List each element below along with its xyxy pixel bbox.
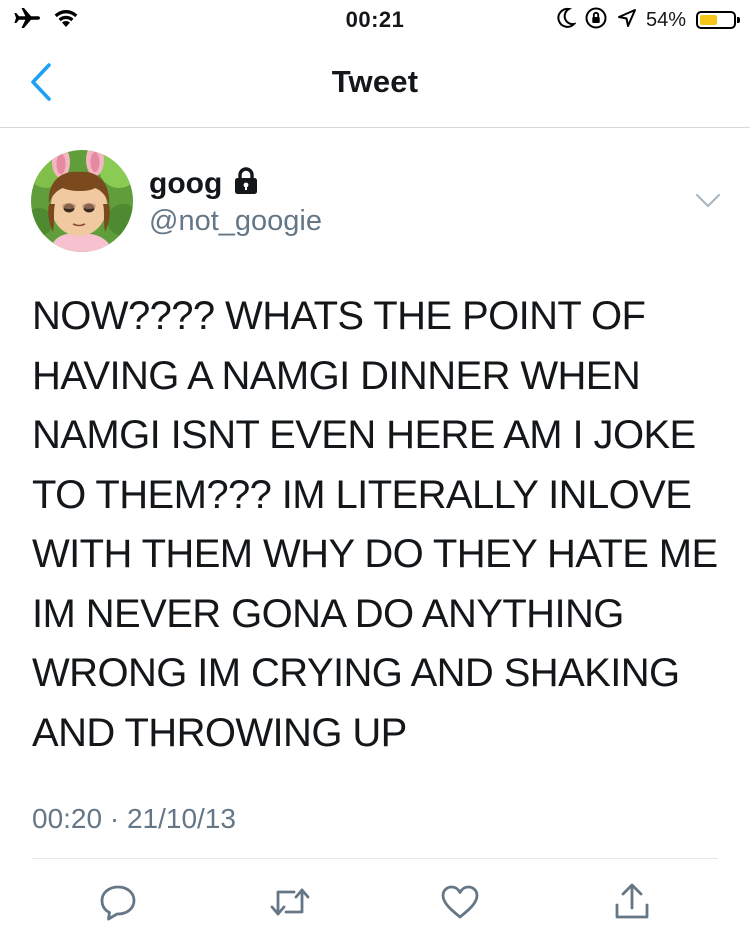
- moon-icon: [556, 7, 577, 34]
- share-icon: [613, 882, 651, 927]
- share-button[interactable]: [608, 882, 656, 926]
- username[interactable]: @not_googie: [149, 205, 322, 238]
- battery-cap: [737, 17, 740, 23]
- reply-icon: [98, 883, 138, 926]
- retweet-icon: [268, 884, 312, 925]
- divider: [32, 858, 718, 859]
- author-name-row[interactable]: goog: [149, 166, 260, 201]
- tweet-timestamp: 00:20 · 21/10/13: [32, 803, 236, 834]
- status-bar-right: 54%: [556, 6, 740, 35]
- like-button[interactable]: [436, 882, 484, 926]
- page-title: Tweet: [331, 64, 419, 99]
- tweet-text: NOW???? WHATS THE POINT OF HAVING A NAMG…: [32, 294, 718, 755]
- reply-button[interactable]: [94, 882, 142, 926]
- avatar[interactable]: [31, 150, 133, 252]
- heart-icon: [440, 884, 480, 925]
- nav-bar: Tweet: [0, 40, 750, 128]
- retweet-button[interactable]: [266, 882, 314, 926]
- battery-icon: [696, 11, 740, 29]
- battery-percent: 54%: [645, 8, 686, 31]
- chevron-down-icon: [695, 193, 721, 214]
- status-bar: 00:21 54%: [0, 0, 750, 40]
- tweet-options-button[interactable]: [688, 188, 728, 218]
- location-icon: [616, 7, 638, 34]
- orientation-lock-icon: [584, 6, 608, 35]
- lock-icon: [232, 166, 260, 201]
- tweet-action-bar: [0, 870, 750, 939]
- display-name[interactable]: goog: [149, 167, 222, 201]
- battery-level: [700, 15, 717, 25]
